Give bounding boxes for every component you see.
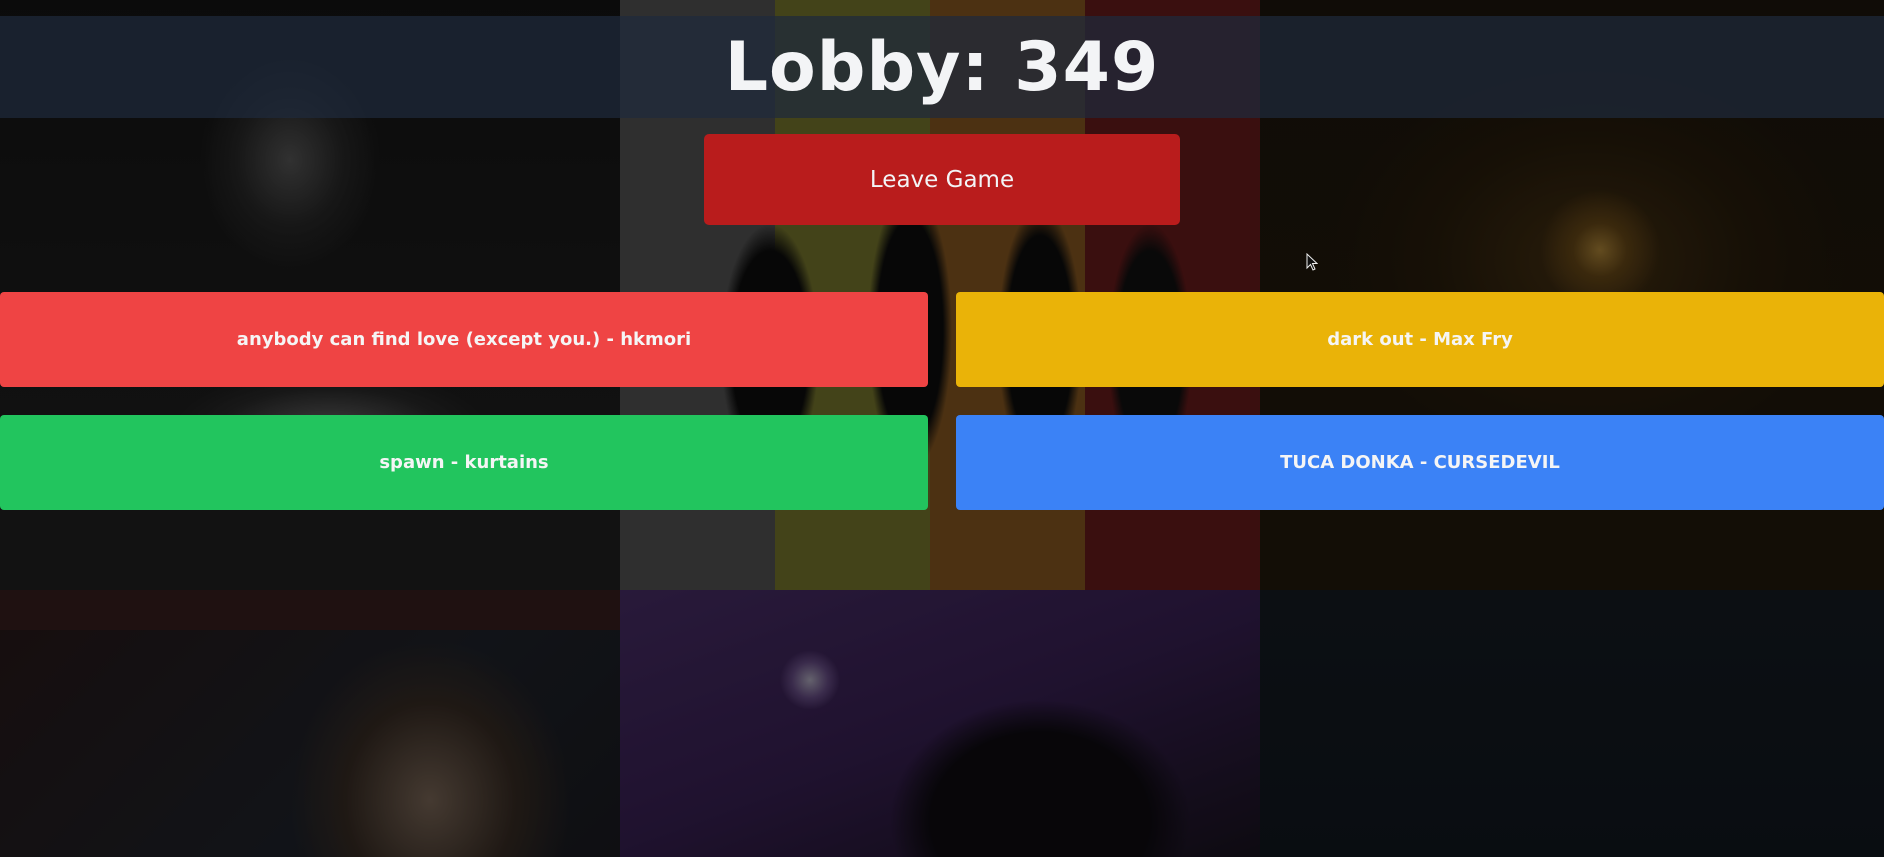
lobby-header: Lobby: 349	[0, 16, 1884, 118]
mouse-cursor-icon	[1306, 253, 1318, 271]
lobby-title: Lobby: 349	[724, 27, 1160, 107]
answer-option-2[interactable]: dark out - Max Fry	[956, 292, 1884, 387]
answer-option-4[interactable]: TUCA DONKA - CURSEDEVIL	[956, 415, 1884, 510]
leave-game-button[interactable]: Leave Game	[704, 134, 1180, 225]
game-screen: Lobby: 349 Leave Game anybody can find l…	[0, 0, 1884, 857]
answer-option-3[interactable]: spawn - kurtains	[0, 415, 928, 510]
answer-option-1[interactable]: anybody can find love (except you.) - hk…	[0, 292, 928, 387]
